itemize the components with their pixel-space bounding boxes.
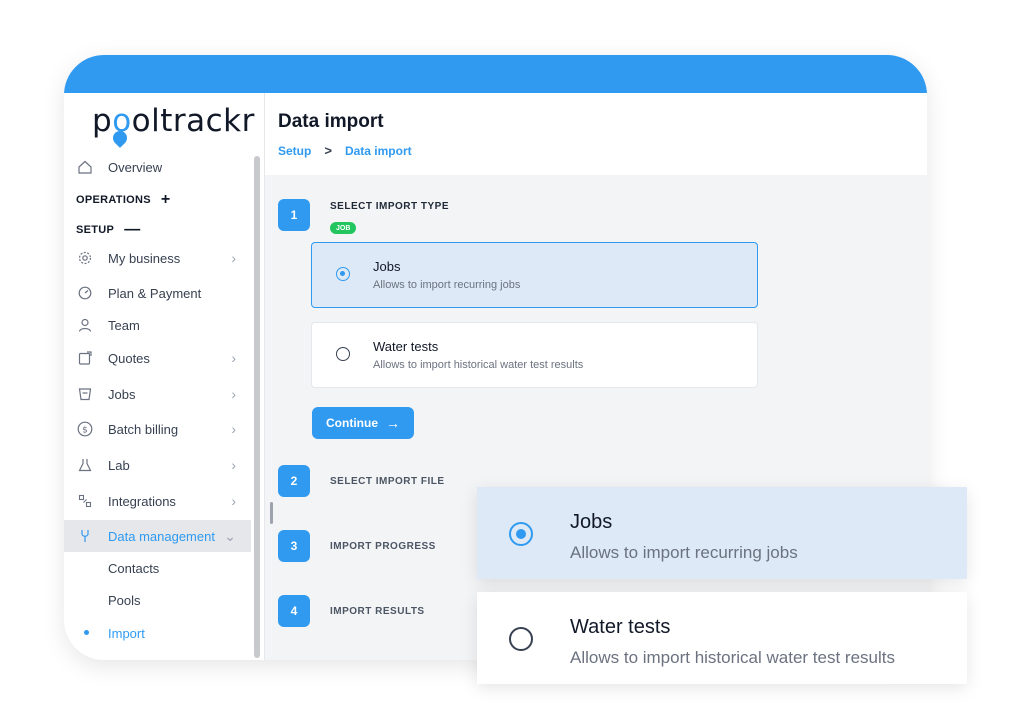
- content-scrollbar[interactable]: [270, 502, 273, 524]
- data-icon: [77, 528, 93, 544]
- sidebar-item-label: Overview: [108, 159, 163, 175]
- top-bar: [64, 55, 927, 93]
- sidebar-item-label: Quotes: [108, 350, 150, 366]
- option-title: Water tests: [570, 616, 671, 638]
- arrow-right-icon: →: [386, 415, 400, 431]
- sidebar-item-label: Lab: [108, 457, 130, 473]
- option-title: Jobs: [570, 511, 613, 533]
- home-icon: [77, 159, 93, 175]
- sidebar-item-data-management[interactable]: Data management ⌄: [64, 520, 251, 552]
- zoomed-option-jobs[interactable]: Jobs Allows to import recurring jobs: [477, 487, 967, 579]
- option-description: Allows to import recurring jobs: [373, 279, 521, 291]
- step-2-label: SELECT IMPORT FILE: [330, 476, 445, 487]
- sidebar-item-batch-billing[interactable]: $ Batch billing ›: [64, 413, 251, 445]
- sidebar-item-lab[interactable]: Lab ›: [64, 449, 251, 481]
- sidebar-item-label: Jobs: [108, 386, 136, 402]
- sidebar-scrollbar[interactable]: [254, 156, 260, 658]
- radio-unselected-icon[interactable]: [509, 627, 533, 651]
- sidebar-item-quotes[interactable]: Quotes ›: [64, 342, 251, 374]
- chevron-right-icon: ›: [231, 457, 236, 473]
- sidebar-item-overview[interactable]: Overview: [64, 151, 251, 183]
- sidebar-item-label: My business: [108, 250, 181, 266]
- breadcrumb-setup-link[interactable]: Setup: [278, 144, 311, 158]
- sidebar-item-plan-payment[interactable]: Plan & Payment: [64, 277, 251, 309]
- sidebar-item-jobs[interactable]: Jobs ›: [64, 378, 251, 410]
- radio-selected-icon[interactable]: [509, 522, 533, 546]
- sidebar-item-my-business[interactable]: My business ›: [64, 242, 251, 274]
- breadcrumb-separator-icon: >: [324, 143, 332, 158]
- sidebar-subitem-pools[interactable]: Pools: [108, 593, 141, 608]
- sidebar-item-team[interactable]: Team: [64, 309, 251, 341]
- sidebar-item-integrations[interactable]: Integrations ›: [64, 485, 251, 517]
- chevron-right-icon: ›: [231, 421, 236, 437]
- breadcrumb-current: Data import: [344, 143, 412, 158]
- sidebar-subitem-contacts[interactable]: Contacts: [108, 561, 159, 576]
- dollar-icon: $: [77, 421, 93, 437]
- continue-label: Continue: [326, 416, 378, 430]
- chevron-right-icon: ›: [231, 386, 236, 402]
- chevron-right-icon: ›: [231, 250, 236, 266]
- sidebar-item-label: Integrations: [108, 493, 176, 509]
- page-header: Data import Setup > Data import: [265, 93, 927, 175]
- section-label: OPERATIONS: [76, 194, 151, 206]
- operations-section[interactable]: OPERATIONS +: [76, 191, 171, 209]
- step-4-label: IMPORT RESULTS: [330, 606, 425, 617]
- sidebar-item-label: Batch billing: [108, 421, 179, 437]
- gear-icon: [77, 250, 93, 266]
- option-description: Allows to import recurring jobs: [570, 543, 798, 562]
- plus-icon[interactable]: +: [161, 191, 171, 209]
- minus-icon[interactable]: —: [124, 221, 140, 239]
- type-badge: JOB: [330, 222, 357, 234]
- svg-text:$: $: [82, 426, 88, 436]
- option-description: Allows to import historical water test r…: [373, 359, 584, 371]
- continue-button[interactable]: Continue →: [312, 407, 414, 439]
- step-3-label: IMPORT PROGRESS: [330, 541, 436, 552]
- step-3-number: 3: [278, 530, 310, 562]
- sidebar-subitem-import[interactable]: Import: [108, 626, 145, 641]
- option-water-tests[interactable]: Water tests Allows to import historical …: [311, 322, 758, 388]
- active-bullet-icon: [84, 630, 89, 635]
- jobs-icon: [77, 386, 93, 402]
- step-4-number: 4: [278, 595, 310, 627]
- sidebar-item-label: Plan & Payment: [108, 285, 202, 301]
- breadcrumb: Setup > Data import: [278, 143, 412, 158]
- flask-icon: [77, 457, 93, 473]
- option-jobs[interactable]: Jobs Allows to import recurring jobs: [311, 242, 758, 308]
- puzzle-icon: [77, 493, 93, 509]
- step-1-label: SELECT IMPORT TYPE: [330, 201, 450, 212]
- chevron-down-icon: ⌄: [224, 527, 236, 544]
- step-1-number: 1: [278, 199, 310, 231]
- radio-unselected-icon[interactable]: [336, 347, 350, 361]
- option-title: Water tests: [373, 339, 439, 354]
- option-description: Allows to import historical water test r…: [570, 648, 895, 667]
- section-label: SETUP: [76, 224, 115, 236]
- chevron-right-icon: ›: [231, 493, 236, 509]
- chevron-right-icon: ›: [231, 350, 236, 366]
- sidebar: pooltrackr Overview OPERATIONS + SETUP —…: [64, 93, 265, 660]
- option-title: Jobs: [373, 259, 401, 274]
- zoomed-option-water-tests[interactable]: Water tests Allows to import historical …: [477, 592, 967, 684]
- page-title: Data import: [278, 111, 384, 132]
- radio-selected-icon[interactable]: [336, 267, 350, 281]
- gauge-icon: [77, 285, 93, 301]
- sidebar-item-label: Team: [108, 317, 140, 333]
- step-2-number: 2: [278, 465, 310, 497]
- setup-section[interactable]: SETUP —: [76, 221, 141, 239]
- sidebar-item-label: Data management: [108, 528, 215, 544]
- user-icon: [77, 317, 93, 333]
- quote-icon: [77, 350, 93, 366]
